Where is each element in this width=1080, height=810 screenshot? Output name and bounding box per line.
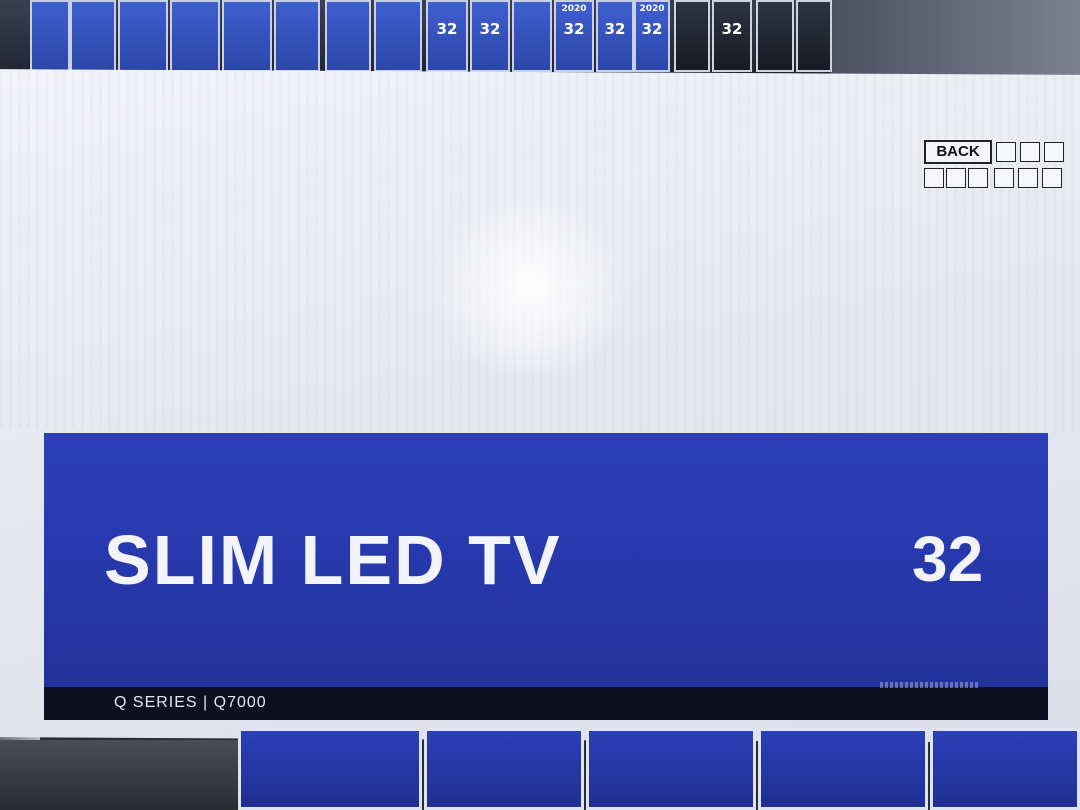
background-box-size: 32 xyxy=(721,20,743,38)
background-wall xyxy=(830,0,1080,80)
background-box xyxy=(70,0,116,72)
handling-symbol-icon xyxy=(1020,142,1040,162)
background-box: 2020 32 xyxy=(554,0,594,72)
background-box-year: 2020 xyxy=(639,4,665,14)
background-box xyxy=(674,0,710,72)
handling-symbol-icon xyxy=(994,168,1014,188)
background-box: 32 xyxy=(712,0,752,72)
handling-symbol-icon xyxy=(968,168,988,188)
stack-limit-icon xyxy=(924,168,944,188)
background-box xyxy=(222,0,272,72)
handling-symbol-icon xyxy=(1044,142,1064,162)
fine-print xyxy=(880,682,980,688)
background-box xyxy=(170,0,220,72)
background-box-size: 32 xyxy=(604,20,626,38)
background-box xyxy=(512,0,552,72)
handling-symbol-icon xyxy=(996,142,1016,162)
handling-symbol-icon xyxy=(1042,168,1062,188)
background-box: 2020 32 xyxy=(634,0,670,72)
foreground-box xyxy=(930,728,1080,810)
light-glare xyxy=(430,191,630,383)
handling-symbol-icon xyxy=(1018,168,1038,188)
background-box xyxy=(30,0,70,72)
series-label: Q SERIES | Q7000 xyxy=(114,694,267,711)
background-box-size: 32 xyxy=(641,20,663,38)
background-box xyxy=(325,0,371,72)
back-label: BACK xyxy=(924,140,992,164)
foreground-box xyxy=(586,728,756,810)
background-box xyxy=(118,0,168,72)
background-box-size: 32 xyxy=(563,20,585,38)
screen-size: 32 xyxy=(912,523,984,595)
this-way-up-icon xyxy=(946,168,966,188)
foreground-box xyxy=(238,728,422,810)
product-title: SLIM LED TV xyxy=(104,521,562,599)
foreground-box xyxy=(424,728,584,810)
background-box xyxy=(756,0,794,72)
background-box xyxy=(796,0,832,72)
background-box xyxy=(274,0,320,72)
foreground-box xyxy=(758,728,928,810)
background-box: 32 xyxy=(470,0,510,72)
floor xyxy=(0,740,260,810)
photo-scene: 32 32 2020 32 32 2020 32 32 BACK SLIM LE… xyxy=(0,0,1080,810)
background-box-year: 2020 xyxy=(561,4,587,14)
background-box: 32 xyxy=(596,0,634,72)
background-box-size: 32 xyxy=(479,20,501,38)
background-box xyxy=(374,0,422,72)
background-box: 32 xyxy=(426,0,468,72)
background-box-size: 32 xyxy=(436,20,458,38)
